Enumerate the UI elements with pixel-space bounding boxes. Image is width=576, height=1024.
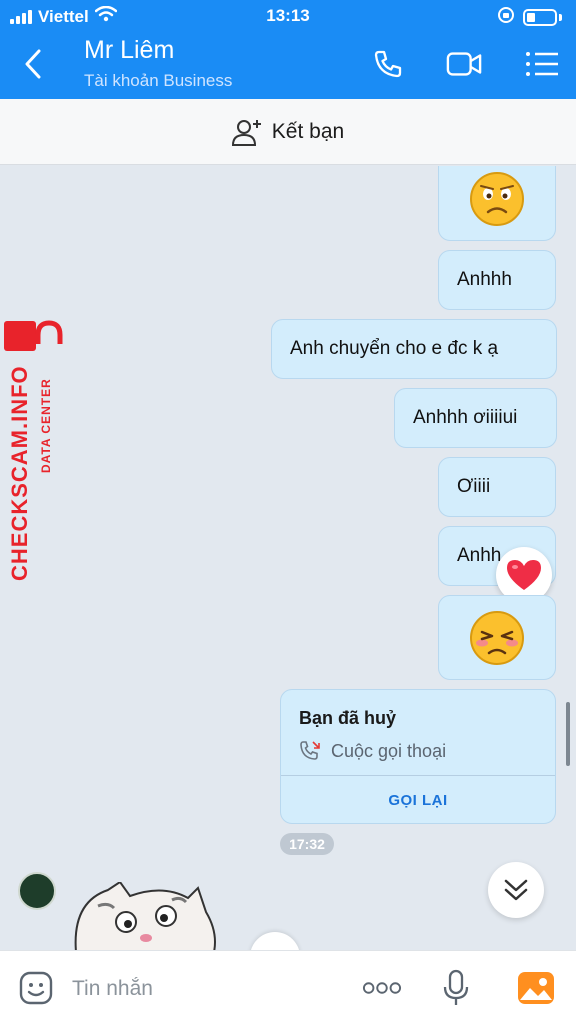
video-call-button[interactable]	[446, 46, 482, 82]
menu-button[interactable]	[524, 46, 560, 82]
svg-text:DATA CENTER: DATA CENTER	[39, 378, 53, 473]
sender-avatar[interactable]	[18, 872, 56, 910]
chat-header: Viettel 13:13 Mr Liêm Tài khoản Business	[0, 0, 576, 99]
status-bar: Viettel 13:13	[0, 0, 576, 32]
heart-icon	[507, 560, 541, 590]
list-menu-icon	[526, 52, 558, 76]
rotation-lock-icon	[497, 6, 515, 29]
voice-message-button[interactable]	[436, 968, 476, 1008]
call-back-button[interactable]: GỌI LẠI	[281, 775, 555, 825]
message-timestamp: 17:32	[280, 833, 334, 855]
voice-call-button[interactable]	[370, 46, 406, 82]
more-dots-icon	[362, 982, 402, 994]
message-text: Anhhh ơiiiiui	[413, 407, 518, 428]
microphone-icon	[443, 969, 469, 1005]
angry-face-icon	[470, 610, 524, 665]
missed-call-icon	[300, 741, 320, 760]
message-bubble[interactable]: Anhhh ơiiiiui	[394, 388, 557, 448]
battery-icon	[523, 9, 557, 26]
checkscam-watermark: CHECKSCAM.INFO DATA CENTER	[4, 320, 63, 581]
chevron-left-icon	[25, 49, 41, 79]
scroll-to-bottom-button[interactable]	[488, 862, 544, 918]
more-options-button[interactable]	[362, 968, 402, 1008]
sticker-button[interactable]	[16, 968, 56, 1008]
contact-subtitle: Tài khoản Business	[84, 71, 233, 90]
phone-icon	[374, 50, 402, 78]
battery-area	[497, 6, 562, 29]
add-friend-button[interactable]: Kết bạn	[0, 99, 576, 165]
message-text: Anh chuyển cho e đc k ạ	[290, 338, 499, 359]
message-bubble[interactable]: Ơiiii	[438, 457, 556, 517]
double-chevron-down-icon	[504, 879, 528, 901]
status-time: 13:13	[266, 6, 310, 25]
message-text: Ơiiii	[457, 476, 491, 497]
battery-tip	[559, 14, 562, 21]
add-friend-label: Kết bạn	[271, 119, 345, 143]
back-button[interactable]	[18, 46, 48, 82]
video-camera-icon	[446, 52, 482, 76]
svg-text:CHECKSCAM.INFO: CHECKSCAM.INFO	[7, 365, 32, 581]
photo-button[interactable]	[516, 968, 556, 1008]
call-log-card: Bạn đã huỷ Cuộc gọi thoại GỌI LẠI	[280, 689, 556, 824]
worried-face-icon	[470, 171, 524, 226]
message-bubble[interactable]: Anh chuyển cho e đc k ạ	[271, 319, 557, 379]
message-bubble-emoji[interactable]	[438, 166, 556, 241]
contact-name[interactable]: Mr Liêm	[84, 36, 174, 65]
chat-area[interactable]: CHECKSCAM.INFO DATA CENTER Anhhh Anh chu…	[0, 166, 576, 950]
message-text: Anhh	[457, 545, 502, 566]
message-input-bar	[0, 950, 576, 1024]
message-input[interactable]	[72, 971, 332, 1007]
emoji-sticker-icon	[19, 971, 53, 1005]
message-bubble[interactable]: Anhhh	[438, 250, 556, 310]
message-bubble-emoji[interactable]	[438, 595, 556, 680]
call-detail-text: Cuộc gọi thoại	[331, 740, 447, 761]
chat-scrollbar[interactable]	[566, 702, 570, 766]
call-detail-row: Cuộc gọi thoại	[299, 740, 446, 762]
floating-action-button[interactable]	[250, 932, 300, 950]
call-status-title: Bạn đã huỷ	[299, 708, 397, 728]
cat-sticker-image[interactable]	[68, 882, 218, 950]
message-text: Anhhh	[457, 269, 512, 290]
image-gallery-icon	[518, 972, 554, 1004]
add-user-icon	[231, 119, 261, 146]
